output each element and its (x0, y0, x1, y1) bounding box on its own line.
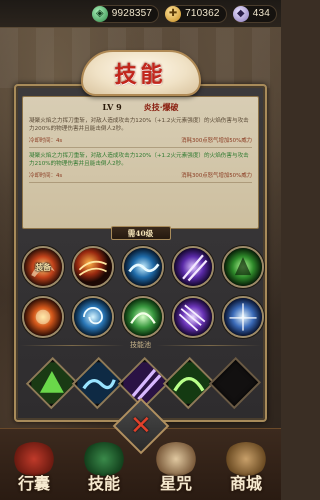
skill-pool-header: 技能池 (20, 338, 261, 352)
skill-slot[interactable] (122, 246, 164, 288)
skill-level: LV 9 (102, 102, 122, 112)
void-slash-icon (122, 362, 165, 404)
skill-slot[interactable] (172, 246, 214, 288)
skill-panel: LV 9 炎技·爆破 凝聚火焰之力挥刀重斩，对敌人造成攻击力120%（+1.2火… (14, 84, 267, 422)
jade-value: 9928357 (111, 8, 153, 19)
current-description: 凝聚火焰之力挥刀重斩，对敌人造成攻击力120%（+1.2火元素强度）的火焰伤害与… (29, 118, 249, 132)
current-cooldown: 冷却时间：4s (29, 138, 63, 144)
ice-wave-icon (224, 298, 262, 336)
current-cost: 消耗300点怒气增加50%威力 (181, 138, 252, 144)
void-claw-icon (174, 298, 212, 336)
pool-slot[interactable] (25, 356, 78, 410)
nav-skill[interactable]: 技能 (78, 442, 130, 494)
water-wave-icon (77, 362, 119, 404)
pool-slot[interactable] (163, 356, 216, 410)
gold-resource: ✚ 710362 (165, 4, 227, 23)
page-title: 技能 (114, 62, 167, 88)
jade-resource: ◈ 9928357 (91, 4, 160, 23)
pool-slot[interactable] (71, 356, 124, 410)
gem-icon: ◆ (232, 5, 249, 22)
skill-header: LV 9 炎技·爆破 (29, 101, 252, 113)
fire-claw-icon (74, 248, 112, 286)
skill-slot-equip[interactable]: 装备 (22, 246, 64, 288)
skill-pool-title: 技能池 (130, 341, 151, 349)
gold-coin-icon: ✚ (165, 5, 182, 22)
skill-description-box: LV 9 炎技·爆破 凝聚火焰之力挥刀重斩，对敌人造成攻击力120%（+1.2火… (22, 96, 259, 229)
skill-name: 炎技·爆破 (143, 101, 179, 112)
skill-slot[interactable] (222, 246, 264, 288)
next-cost: 消耗300点怒气增加50%威力 (181, 173, 252, 179)
nav-shop[interactable]: 商城 (220, 442, 272, 494)
nav-bag[interactable]: 行囊 (8, 442, 60, 494)
skill-slot[interactable] (172, 296, 214, 338)
gem-value: 434 (252, 8, 270, 19)
water-spiral-icon (74, 298, 112, 336)
gold-value: 710362 (185, 8, 220, 19)
next-cooldown: 冷却时间：4s (29, 173, 63, 179)
skill-slot[interactable] (72, 246, 114, 288)
void-slash-icon (174, 248, 212, 286)
jade-coin-icon: ◈ (91, 5, 108, 22)
fire-burst-icon (24, 298, 62, 336)
poison-beast-icon (224, 248, 262, 286)
skill-slot[interactable] (122, 296, 164, 338)
level-requirement: 需40级 (110, 226, 171, 240)
skill-slot[interactable] (22, 296, 64, 338)
close-icon: ✕ (129, 410, 152, 441)
skill-slot[interactable] (72, 296, 114, 338)
resource-bar: ◈ 9928357 ✚ 710362 ◆ 434 (0, 0, 281, 28)
water-wave-icon (124, 248, 162, 286)
wind-swirl-icon (168, 362, 210, 404)
wind-swirl-icon (124, 298, 162, 336)
poison-beast-icon (31, 362, 73, 404)
skill-slot[interactable] (222, 296, 264, 338)
next-level-description: 凝聚火焰之力挥刀重斩，对敌人造成攻击力120%（+1.2火元素强度）的火焰伤害与… (29, 153, 249, 167)
skill-grid: 装备 (22, 246, 265, 338)
nav-star[interactable]: 星咒 (150, 442, 202, 494)
gem-resource: ◆ 434 (232, 4, 277, 23)
next-level-stats: 冷却时间：4s 消耗300点怒气增加50%威力 (29, 171, 252, 183)
title-banner: 技能 (80, 50, 201, 96)
equip-label: 装备 (35, 262, 51, 272)
current-stats: 冷却时间：4s 消耗300点怒气增加50%威力 (29, 136, 252, 148)
pool-slot-empty[interactable] (208, 356, 262, 410)
